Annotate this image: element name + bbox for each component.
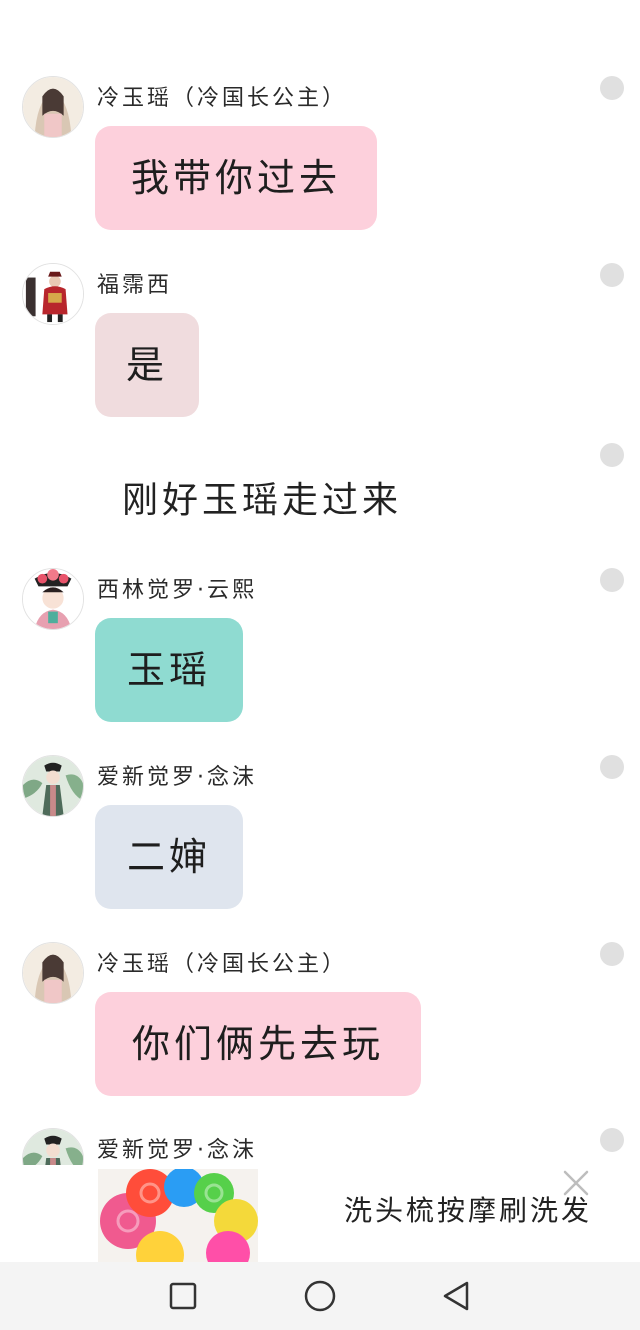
narration-text: 刚好玉瑶走过来 [122, 480, 403, 521]
sender-name: 西林觉罗·云熙 [97, 578, 257, 603]
ad-banner[interactable]: 洗头梳按摩刷洗发 ▁ ▁ ▁ ▁ ▁ ▁ ▁ ▁ ▁ ▁ [0, 1165, 640, 1262]
circle-home-icon[interactable] [300, 1276, 340, 1316]
avatar[interactable] [22, 942, 84, 1004]
message-options-dot[interactable] [600, 755, 624, 779]
message-options-dot[interactable] [600, 568, 624, 592]
avatar[interactable] [22, 568, 84, 630]
system-navigation-bar [0, 1262, 640, 1330]
avatar[interactable] [22, 263, 84, 325]
sender-name: 冷玉瑶（冷国长公主） [97, 86, 348, 111]
message-options-dot[interactable] [600, 443, 624, 467]
close-icon[interactable] [560, 1167, 592, 1199]
sender-name: 爱新觉罗·念沫 [97, 1138, 257, 1163]
message-bubble[interactable]: 你们俩先去玩 [95, 992, 421, 1096]
square-recents-icon[interactable] [163, 1276, 203, 1316]
avatar[interactable] [22, 76, 84, 138]
ad-title[interactable]: 洗头梳按摩刷洗发 [344, 1189, 592, 1229]
message-options-dot[interactable] [600, 942, 624, 966]
ad-subtitle-faded: ▁ ▁ ▁ ▁ ▁ ▁ ▁ ▁ ▁ ▁ [350, 1251, 640, 1262]
sender-name: 爱新觉罗·念沫 [97, 765, 257, 790]
sender-name: 冷玉瑶（冷国长公主） [97, 952, 348, 977]
sender-name: 福霈西 [97, 273, 173, 298]
message-bubble[interactable]: 我带你过去 [95, 126, 377, 230]
message-options-dot[interactable] [600, 1128, 624, 1152]
chat-screen: 冷玉瑶（冷国长公主） 我带你过去 福霈西 是 刚好玉瑶走过来 西林觉罗·云熙 玉… [0, 0, 640, 1330]
triangle-back-icon[interactable] [436, 1276, 476, 1316]
message-bubble[interactable]: 玉瑶 [95, 618, 243, 722]
message-bubble[interactable]: 是 [95, 313, 199, 417]
message-options-dot[interactable] [600, 76, 624, 100]
message-bubble[interactable]: 二婶 [95, 805, 243, 909]
avatar[interactable] [22, 755, 84, 817]
ad-product-image[interactable] [98, 1169, 258, 1262]
message-options-dot[interactable] [600, 263, 624, 287]
